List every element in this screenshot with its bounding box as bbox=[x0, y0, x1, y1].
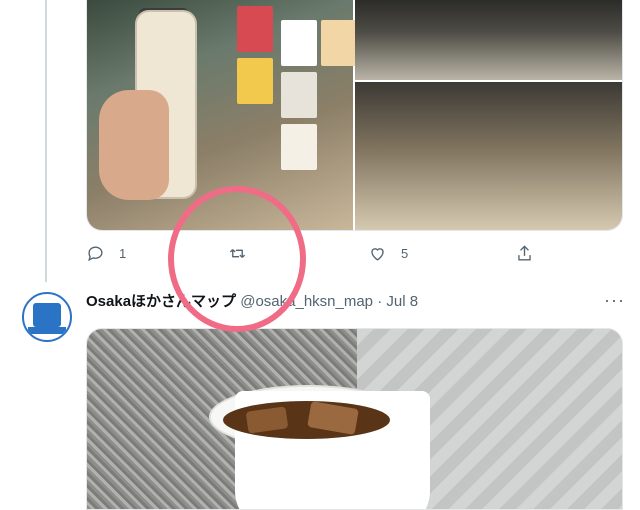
reply-icon bbox=[88, 246, 103, 262]
reply-button[interactable]: 1 bbox=[86, 244, 126, 263]
reply-count: 1 bbox=[119, 246, 127, 261]
media-image-shelf[interactable] bbox=[355, 82, 622, 230]
avatar[interactable] bbox=[22, 292, 72, 342]
share-button[interactable] bbox=[515, 244, 548, 263]
tweet1-media[interactable] bbox=[86, 0, 623, 231]
separator: · bbox=[377, 293, 383, 310]
tweet2-media-image[interactable] bbox=[86, 328, 623, 510]
tweet2[interactable]: Osakaほかさんマップ @osaka_hksn_map · Jul 8 ··· bbox=[0, 282, 640, 510]
annotation-circle bbox=[168, 186, 306, 332]
tweet-date[interactable]: Jul 8 bbox=[386, 293, 418, 310]
thread-connector bbox=[45, 0, 47, 282]
media-image-counter[interactable] bbox=[355, 0, 622, 80]
tweet1-action-bar: 1 5 bbox=[0, 244, 640, 268]
heart-icon bbox=[371, 248, 384, 261]
more-options-button[interactable]: ··· bbox=[604, 291, 625, 309]
share-icon bbox=[518, 245, 531, 261]
like-button[interactable]: 5 bbox=[368, 244, 408, 263]
like-count: 5 bbox=[401, 246, 409, 261]
